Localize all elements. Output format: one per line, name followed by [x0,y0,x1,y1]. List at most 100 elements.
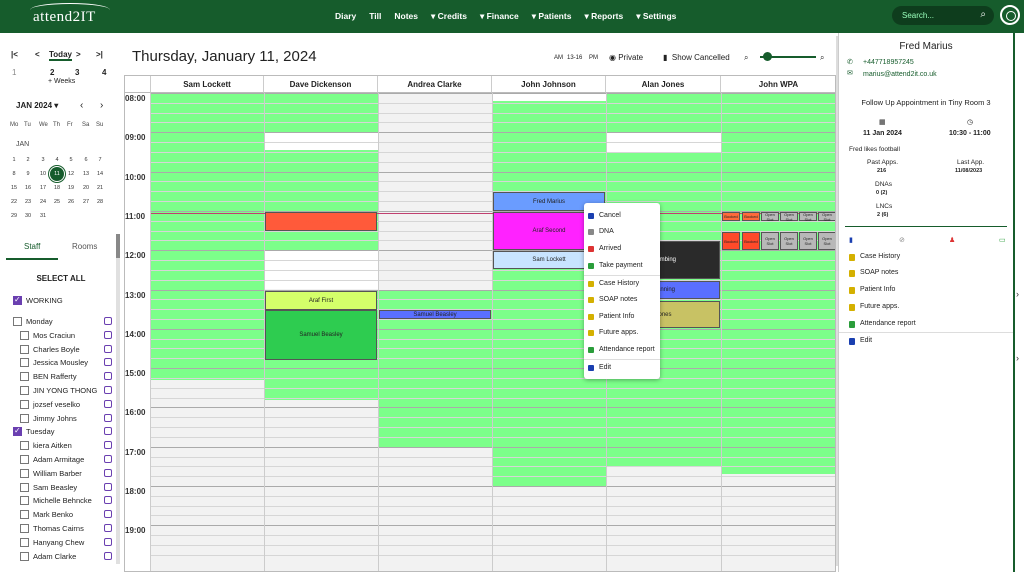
calendar-day[interactable]: 6 [80,157,92,163]
user-avatar-icon[interactable] [1000,5,1020,25]
staff-settings-icon[interactable] [104,399,112,408]
open-slot[interactable]: Booked [742,232,760,250]
column-header[interactable]: John Johnson [492,76,606,93]
staff-item[interactable]: jozsef veselko [33,400,80,409]
calendar-day[interactable]: 29 [8,213,20,219]
calendar-day[interactable]: 17 [37,185,49,191]
patient-action[interactable]: Edit [860,337,872,344]
staff-settings-icon[interactable] [104,496,112,505]
available-slot[interactable] [151,93,264,380]
patient-email[interactable]: marius@attend2it.co.uk [863,71,937,78]
calendar-day[interactable]: 26 [65,199,77,205]
calendar-day[interactable]: 5 [65,157,77,163]
calendar-day[interactable]: 14 [94,171,106,177]
staff-item[interactable]: BEN Rafferty [33,372,77,381]
staff-checkbox[interactable] [20,358,29,368]
staff-settings-icon[interactable] [104,344,112,353]
staff-checkbox[interactable] [20,482,29,492]
staff-item[interactable]: Mos Craciun [33,331,75,340]
search-icon[interactable]: ⌕ [980,9,986,20]
column-header[interactable]: Alan Jones [606,76,721,93]
context-menu-item[interactable]: Attendance report [599,346,655,353]
appointment[interactable]: Araf First [265,291,377,310]
context-menu-item[interactable]: SOAP notes [599,296,637,303]
patient-action[interactable]: Case History [860,253,900,260]
calendar-day[interactable]: 21 [94,185,106,191]
staff-settings-icon[interactable] [104,510,112,519]
staff-item[interactable]: Sam Beasley [33,483,77,492]
calendar-day[interactable]: 20 [80,185,92,191]
context-menu-item[interactable]: Edit [599,364,611,371]
staff-item[interactable]: Adam Clarke [33,552,76,561]
open-slot[interactable]: Open Slot [780,212,798,222]
calendar-day[interactable]: 18 [51,185,63,191]
zoom-slider-handle[interactable] [763,52,772,61]
staff-settings-icon[interactable] [104,482,112,491]
column-header[interactable]: Dave Dickenson [264,76,378,93]
open-slot[interactable]: Booked [742,212,760,221]
nav-patients[interactable]: ▾ Patients [532,11,572,22]
patient-action[interactable]: Patient Info [860,286,895,293]
staff-settings-icon[interactable] [104,330,112,339]
chevron-right-icon[interactable]: › [1016,289,1019,299]
staff-item[interactable]: Charles Boyle [33,345,80,354]
open-slot[interactable]: Booked [722,232,740,250]
staff-checkbox[interactable] [20,455,29,464]
staff-item[interactable]: Michelle Behncke [33,496,92,505]
appointment[interactable]: Samuel Beasley [379,310,491,319]
open-slot[interactable]: Open Slot [799,212,817,222]
nav-credits[interactable]: ▾ Credits [431,11,467,22]
open-slot[interactable]: Booked [722,212,740,221]
staff-settings-icon[interactable] [104,317,112,325]
staff-checkbox[interactable] [20,551,29,561]
calendar-day[interactable]: 13 [80,171,92,177]
patient-action[interactable]: SOAP notes [860,269,898,276]
calendar-day[interactable]: 11 [51,168,63,180]
column-header[interactable]: John WPA [721,76,835,93]
staff-item[interactable]: Jimmy Johns [33,414,77,423]
calendar-day[interactable]: 8 [8,171,20,177]
calendar-day[interactable]: 24 [37,199,49,205]
time-format-pm[interactable]: PM [589,55,598,61]
staff-settings-icon[interactable] [104,551,112,560]
column-header[interactable]: Andrea Clarke [378,76,492,93]
staff-checkbox[interactable] [20,496,29,506]
day-group-label[interactable]: Tuesday [26,427,55,436]
staff-scrollbar[interactable] [116,234,120,564]
weeks-4[interactable]: 4 [102,68,106,77]
open-slot[interactable]: Open Slot [780,232,798,250]
calendar-day[interactable]: 28 [94,199,106,205]
appointment[interactable]: Samuel Beasley [265,310,377,360]
staff-item[interactable]: Thomas Cairns [33,524,84,533]
nav-finance[interactable]: ▾ Finance [480,11,519,22]
context-menu-item[interactable]: Patient Info [599,313,634,320]
zoom-in-icon[interactable]: ⌕ [820,53,824,63]
calendar-day[interactable]: 12 [65,171,77,177]
staff-checkbox[interactable] [20,537,29,547]
weeks-3[interactable]: 3 [75,68,79,77]
staff-checkbox[interactable] [20,524,29,533]
working-filter[interactable]: WORKING [26,296,63,305]
calendar-day[interactable]: 15 [8,185,20,191]
select-all-button[interactable]: SELECT ALL [0,274,122,283]
open-slot[interactable]: Open Slot [818,232,835,250]
calendar-day[interactable]: 16 [22,185,34,191]
calendar-day[interactable]: 23 [22,199,34,205]
chevron-right-icon[interactable]: › [1016,353,1019,363]
calendar-day[interactable]: 3 [37,157,49,163]
staff-checkbox[interactable] [13,426,22,437]
nav-notes[interactable]: Notes [394,11,418,22]
staff-item[interactable]: William Barber [33,469,82,478]
staff-settings-icon[interactable] [104,372,112,381]
calendar-day[interactable]: 22 [8,199,20,205]
weeks-2[interactable]: 2 [50,68,54,77]
open-slot[interactable]: Open Slot [799,232,817,250]
next-week-button[interactable]: > [76,50,81,59]
calendar-next-icon[interactable]: › [100,100,103,111]
calendar-day[interactable]: 4 [51,157,63,163]
staff-checkbox[interactable] [20,413,29,423]
column-header[interactable]: Sam Lockett [151,76,264,93]
staff-checkbox[interactable] [20,510,29,520]
app-logo[interactable]: attend2IT [30,3,110,26]
staff-item[interactable]: kiera Aitken [33,441,72,450]
